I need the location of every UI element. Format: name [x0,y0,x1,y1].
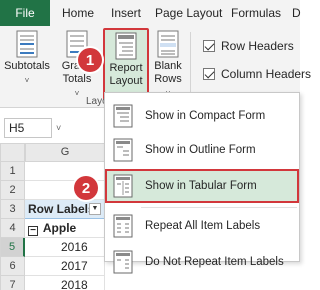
ribbon-divider [190,32,191,96]
column-headers-checkbox[interactable]: Column Headers [203,66,311,82]
blank-rows-label-line1: Blank [154,60,182,72]
menu-item-label: Show in Outline Form [145,144,256,156]
checkbox-checked-icon [203,40,215,52]
step-badge-1: 1 [78,48,102,72]
column-header-g[interactable]: G [25,143,105,162]
row-header-selected[interactable]: 5 [0,238,25,257]
subtotals-button[interactable]: Subtotals ˅ [4,28,50,100]
menu-item-label: Do Not Repeat Item Labels [145,256,284,268]
group-label: Apple [42,221,77,235]
column-headers-label: Column Headers [221,67,312,81]
menu-item-label: Show in Compact Form [145,110,266,122]
pivot-item-row[interactable]: 2016 [25,238,105,257]
collapse-icon[interactable]: − [28,226,38,236]
ribbon-tab-bar: File Home Insert Page Layout Formulas D [0,0,301,26]
subtotals-icon [16,30,38,58]
menu-item-compact-form[interactable]: Show in Compact Form [105,99,299,133]
grand-totals-label-line2: Totals [62,73,92,85]
report-layout-icon [115,32,137,60]
chevron-down-icon[interactable]: ˅ [56,118,61,138]
menu-item-label: Show in Tabular Form [145,180,257,192]
row-header[interactable]: 1 [0,162,25,181]
tab-data[interactable]: D [292,0,301,26]
step-badge-2: 2 [74,176,98,200]
pivot-item-row[interactable]: 2017 [25,257,105,276]
subtotals-label: Subtotals [4,60,50,72]
chevron-down-icon: ˅ [24,76,30,85]
menu-item-do-not-repeat-item-labels[interactable]: Do Not Repeat Item Labels [105,245,299,279]
pivot-group-row[interactable]: − Apple [25,219,105,238]
row-headers-label: Row Headers [221,39,294,53]
blank-rows-icon [157,30,179,58]
checkbox-checked-icon [203,68,215,80]
compact-form-icon [113,104,133,128]
no-repeat-labels-icon [113,250,133,274]
row-header[interactable]: 7 [0,276,25,290]
tab-insert[interactable]: Insert [111,0,141,26]
row-header[interactable]: 6 [0,257,25,276]
filter-dropdown-icon[interactable]: ▼ [89,203,101,215]
row-header[interactable]: 3 [0,200,25,219]
pivot-item-row[interactable]: 2018 [25,276,105,290]
outline-form-icon [113,138,133,162]
repeat-labels-icon [113,214,133,238]
row-labels-cell[interactable]: Row Labels ▼ [25,200,105,219]
report-layout-menu: Show in Compact Form Show in Outline For… [104,92,300,274]
blank-rows-label-line2: Rows [154,73,182,85]
report-layout-button[interactable]: Report Layout [103,28,149,100]
blank-rows-button[interactable]: Blank Rows ˅ [150,28,186,100]
report-layout-label-line1: Report [109,62,143,74]
menu-item-outline-form[interactable]: Show in Outline Form [105,133,299,167]
tab-home[interactable]: Home [62,0,94,26]
row-header[interactable]: 2 [0,181,25,200]
menu-item-tabular-form[interactable]: Show in Tabular Form [105,169,299,203]
tab-formulas[interactable]: Formulas [231,0,281,26]
name-box[interactable]: H5 [4,118,52,138]
tab-page-layout[interactable]: Page Layout [155,0,222,26]
menu-separator [141,207,297,208]
row-headers-checkbox[interactable]: Row Headers [203,38,294,54]
row-header[interactable]: 4 [0,219,25,238]
menu-item-repeat-all-item-labels[interactable]: Repeat All Item Labels [105,209,299,243]
menu-item-label: Repeat All Item Labels [145,220,261,232]
report-layout-label-line2: Layout [109,75,143,87]
tab-file[interactable]: File [0,0,50,26]
select-all-corner[interactable] [0,143,25,162]
row-labels-text: Row Labels [28,202,95,216]
tabular-form-icon [113,174,133,198]
